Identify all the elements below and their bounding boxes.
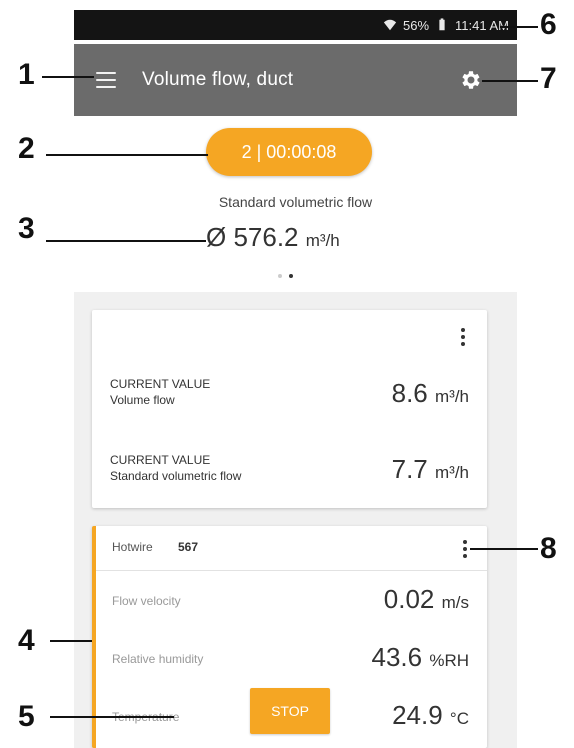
wifi-icon (383, 19, 397, 31)
sensor-id: 567 (178, 540, 199, 554)
callout-5-line (50, 716, 174, 718)
summary-label: Standard volumetric flow (218, 194, 373, 210)
callout-2: 2 (18, 132, 35, 165)
current-volume-value: 8.6 m³/h (391, 378, 469, 408)
callout-1-line (42, 76, 94, 78)
callout-3: 3 (18, 212, 35, 245)
page-dot-active[interactable] (289, 274, 293, 278)
current-std-flow-value: 7.7 m³/h (391, 454, 469, 484)
page-title: Volume flow, duct (142, 69, 294, 90)
page-indicator[interactable] (278, 274, 293, 278)
callout-7: 7 (540, 62, 557, 95)
current-std-flow-label: CURRENT VALUE Standard volumetric flow (110, 453, 242, 483)
summary-number: Ø 576.2 (206, 222, 299, 252)
card-menu-icon[interactable] (461, 328, 465, 346)
battery-icon (439, 18, 445, 31)
callout-8-line (470, 548, 538, 550)
current-volume-label: CURRENT VALUE Volume flow (110, 377, 211, 407)
probe-menu-icon[interactable] (463, 540, 467, 558)
measurement-timer-button[interactable]: 2 | 00:00:08 (206, 128, 372, 176)
callout-4: 4 (18, 624, 35, 657)
hamburger-menu-icon[interactable] (96, 72, 116, 88)
flow-velocity-value: 0.02 m/s (383, 584, 469, 614)
callout-7-line (482, 80, 538, 82)
summary-unit: m³/h (305, 231, 340, 250)
callout-5: 5 (18, 700, 35, 733)
callout-8: 8 (540, 532, 557, 565)
sensor-name: Hotwire (112, 540, 153, 554)
clock: 11:41 AM (455, 17, 509, 33)
callout-1: 1 (18, 58, 35, 91)
callout-6: 6 (540, 8, 557, 41)
humidity-label: Relative humidity (112, 652, 204, 666)
gear-icon[interactable] (459, 68, 483, 92)
current-values-card: CURRENT VALUE Volume flow 8.6 m³/h CURRE… (92, 310, 487, 508)
temperature-value: 24.9 °C (392, 700, 469, 730)
status-bar: 56% 11:41 AM (74, 10, 517, 40)
callout-3-line (46, 240, 206, 242)
callout-6-line (500, 26, 538, 28)
flow-velocity-label: Flow velocity (112, 594, 181, 608)
app-bar: Volume flow, duct (74, 44, 517, 116)
page-dot[interactable] (278, 274, 282, 278)
stop-button[interactable]: STOP (250, 688, 330, 734)
battery-percent: 56% (403, 17, 430, 33)
humidity-value: 43.6 %RH (371, 642, 469, 672)
callout-4-line (50, 640, 92, 642)
callout-2-line (46, 154, 208, 156)
probe-card-header: Hotwire 567 (96, 526, 487, 571)
summary-value: Ø 576.2 m³/h (206, 222, 340, 253)
